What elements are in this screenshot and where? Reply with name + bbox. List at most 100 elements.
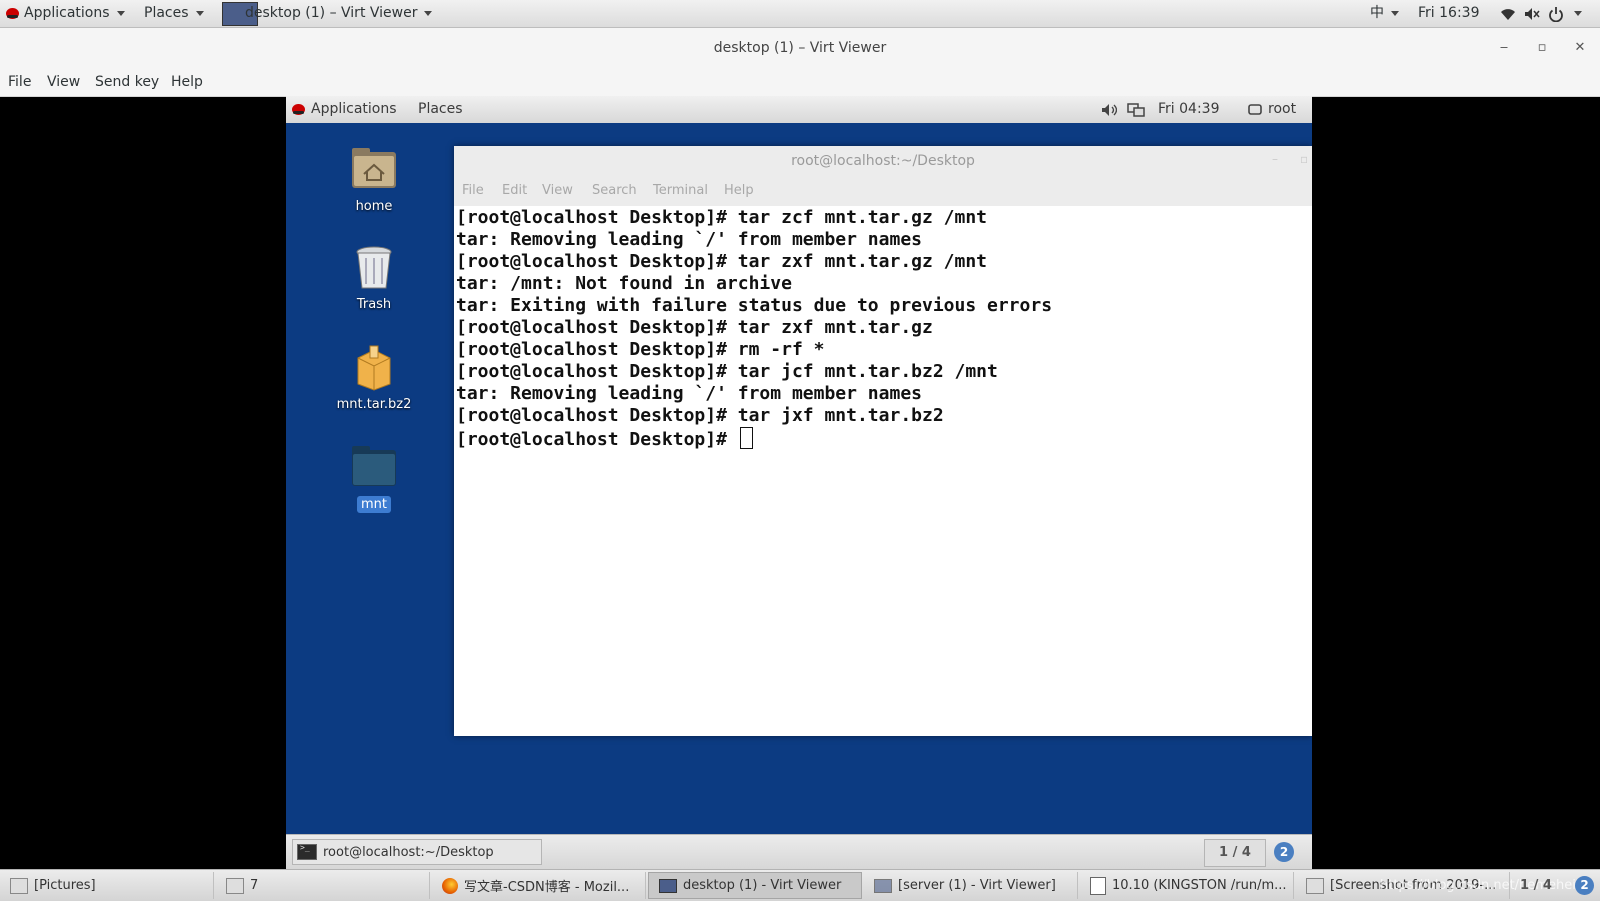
terminal-line: [root@localhost Desktop]# tar jcf mnt.ta… [456, 361, 998, 382]
host-applications-label: Applications [24, 5, 110, 21]
guest-workspace-indicator[interactable]: 1 / 4 [1204, 839, 1266, 867]
host-top-bar: Applications Places desktop (1) – Virt V… [0, 0, 1600, 28]
host-task-label: [server (1) - Virt Viewer] [898, 878, 1056, 893]
guest-clock[interactable]: Fri 04:39 [1158, 96, 1219, 123]
virt-viewer-menubar: File View Send key Help [0, 68, 1600, 97]
redhat-logo-icon [292, 104, 305, 115]
text-editor-icon [1090, 876, 1106, 895]
volume-muted-icon [1525, 7, 1540, 20]
input-method-indicator[interactable]: 中 [1370, 0, 1399, 27]
menu-help[interactable]: Help [171, 68, 203, 96]
terminal-window[interactable]: root@localhost:~/Desktop – ▫ File Edit V… [454, 146, 1312, 736]
host-task-label: 10.10 (KINGSTON /run/m... [1112, 878, 1287, 893]
guest-top-bar: Applications Places Fri 04:39 root [286, 96, 1312, 123]
guest-bottom-bar: root@localhost:~/Desktop 1 / 4 2 [286, 834, 1312, 869]
chevron-down-icon [1574, 11, 1582, 16]
desktop-icon-label: Trash [356, 297, 392, 312]
terminal-line: tar: Exiting with failure status due to … [456, 295, 1053, 316]
host-task-kingston[interactable]: 10.10 (KINGSTON /run/m... [1080, 872, 1294, 899]
terminal-maximize-button[interactable]: ▫ [1300, 152, 1308, 166]
desktop-icon-home[interactable]: home [324, 146, 424, 215]
virt-viewer-icon [659, 878, 677, 893]
host-places-menu[interactable]: Places [144, 0, 204, 27]
menu-send-key[interactable]: Send key [95, 68, 159, 96]
guest-user-menu[interactable]: root [1248, 96, 1296, 123]
host-task-server-virt-viewer[interactable]: [server (1) - Virt Viewer] [864, 872, 1078, 899]
volume-icon [1102, 103, 1117, 116]
host-task-desktop-virt-viewer[interactable]: desktop (1) - Virt Viewer [648, 872, 862, 899]
terminal-prompt: [root@localhost Desktop]# [456, 429, 738, 450]
close-button[interactable]: ✕ [1568, 36, 1592, 60]
chevron-down-icon [424, 11, 433, 16]
terminal-cursor [739, 427, 753, 449]
host-workspace-indicator[interactable]: 1 / 4 [1520, 870, 1552, 901]
image-viewer-icon [1306, 877, 1324, 894]
desktop-icon-label: mnt [357, 496, 391, 513]
terminal-prompt-line[interactable]: [root@localhost Desktop]# [456, 427, 753, 450]
terminal-menubar: File Edit View Search Terminal Help [454, 176, 1312, 207]
guest-places-label: Places [418, 101, 463, 117]
guest-screen[interactable]: Applications Places Fri 04:39 root home … [286, 96, 1312, 869]
terminal-line: [root@localhost Desktop]# tar zxf mnt.ta… [456, 251, 988, 272]
desktop-icon-mnt[interactable]: mnt [324, 444, 424, 513]
folder-icon [10, 877, 28, 894]
host-task-label: [Pictures] [34, 878, 96, 893]
terminal-line: tar: Removing leading `/' from member na… [456, 383, 922, 404]
host-task-7[interactable]: 7 [216, 872, 430, 899]
guest-status-icons[interactable] [1101, 96, 1145, 123]
menu-view[interactable]: View [47, 68, 80, 96]
terminal-menu-edit[interactable]: Edit [502, 176, 527, 206]
terminal-line: [root@localhost Desktop]# rm -rf * [456, 339, 825, 360]
guest-applications-menu[interactable]: Applications [292, 96, 397, 123]
host-clock[interactable]: Fri 16:39 [1418, 0, 1479, 27]
desktop-icon-trash[interactable]: Trash [324, 244, 424, 313]
redhat-logo-icon [6, 8, 19, 19]
folder-icon [350, 444, 398, 492]
terminal-line: [root@localhost Desktop]# tar zxf mnt.ta… [456, 317, 933, 338]
terminal-line: tar: Removing leading `/' from member na… [456, 229, 922, 250]
desktop-icon-label: mnt.tar.bz2 [336, 397, 412, 412]
virt-viewer-icon [874, 878, 892, 893]
host-taskbar: [Pictures] 7 写文章-CSDN博客 - Mozil... deskt… [0, 869, 1600, 901]
trash-icon [350, 244, 398, 292]
terminal-menu-file[interactable]: File [462, 176, 484, 206]
terminal-menu-terminal[interactable]: Terminal [653, 176, 708, 206]
terminal-line: [root@localhost Desktop]# tar zcf mnt.ta… [456, 207, 988, 228]
terminal-output[interactable]: [root@localhost Desktop]# tar zcf mnt.ta… [454, 206, 1312, 736]
virt-viewer-titlebar: desktop (1) – Virt Viewer ‒ ▫ ✕ [0, 28, 1600, 68]
desktop-icon-archive[interactable]: mnt.tar.bz2 [324, 344, 424, 413]
host-system-menu[interactable] [1500, 0, 1582, 27]
terminal-menu-help[interactable]: Help [724, 176, 754, 206]
guest-task-terminal[interactable]: root@localhost:~/Desktop [292, 839, 542, 865]
chevron-down-icon [1391, 11, 1399, 16]
terminal-minimize-button[interactable]: – [1272, 152, 1278, 166]
chevron-down-icon [116, 11, 125, 16]
input-method-label: 中 [1370, 5, 1384, 21]
guest-places-menu[interactable]: Places [418, 96, 463, 123]
terminal-titlebar[interactable]: root@localhost:~/Desktop – ▫ [454, 146, 1312, 176]
wifi-icon [1501, 8, 1515, 20]
host-notification-badge[interactable]: 2 [1575, 876, 1594, 895]
terminal-icon [297, 843, 317, 860]
guest-notification-badge[interactable]: 2 [1274, 842, 1294, 862]
guest-task-label: root@localhost:~/Desktop [323, 844, 494, 860]
host-task-label: desktop (1) - Virt Viewer [683, 878, 842, 893]
host-task-pictures[interactable]: [Pictures] [0, 872, 214, 899]
host-applications-menu[interactable]: Applications [6, 0, 125, 27]
power-icon [1549, 6, 1563, 22]
host-task-firefox[interactable]: 写文章-CSDN博客 - Mozil... [432, 872, 646, 899]
host-clock-label: Fri 16:39 [1418, 5, 1480, 21]
guest-clock-label: Fri 04:39 [1158, 101, 1220, 117]
menu-file[interactable]: File [8, 68, 31, 96]
firefox-icon [442, 877, 458, 894]
host-active-window-label: desktop (1) – Virt Viewer [245, 5, 418, 21]
user-icon [1248, 103, 1262, 115]
maximize-button[interactable]: ▫ [1530, 36, 1554, 60]
window-icon [226, 877, 244, 894]
host-active-window-menu[interactable]: desktop (1) – Virt Viewer [222, 0, 433, 27]
host-task-label: 写文章-CSDN博客 - Mozil... [464, 880, 630, 895]
terminal-line: tar: /mnt: Not found in archive [456, 273, 792, 294]
terminal-menu-view[interactable]: View [542, 176, 573, 206]
terminal-menu-search[interactable]: Search [592, 176, 637, 206]
minimize-button[interactable]: ‒ [1492, 36, 1516, 60]
